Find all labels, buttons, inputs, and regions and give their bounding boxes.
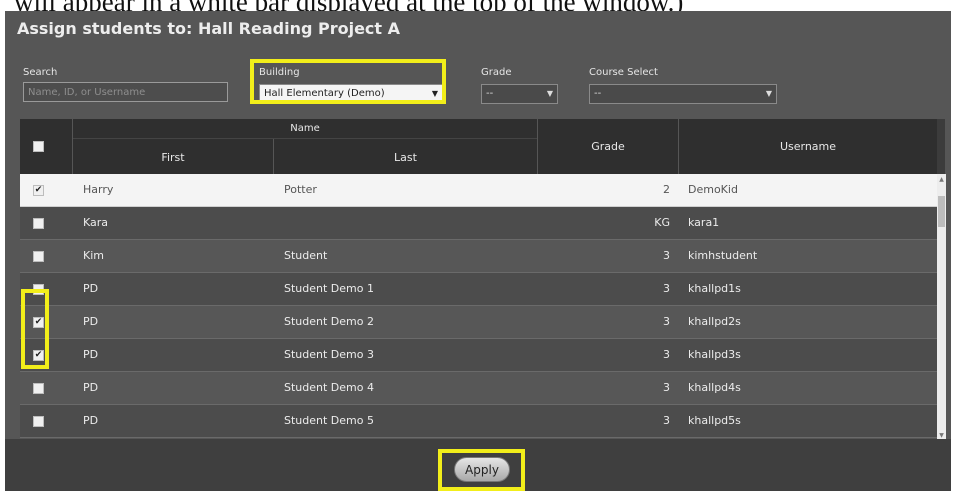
grade-cell: 3 (663, 282, 670, 295)
username-cell: khallpd3s (688, 348, 741, 361)
table-row[interactable]: Kim Student 3 kimhstudent (20, 240, 937, 273)
last-name-header[interactable]: Last (274, 151, 537, 164)
table-row[interactable]: ✔ PD Student Demo 2 3 khallpd2s (20, 306, 937, 339)
grade-cell: 3 (663, 381, 670, 394)
table-row[interactable]: ✔ PD Student Demo 3 3 khallpd3s (20, 339, 937, 372)
chevron-down-icon: ▼ (546, 89, 553, 98)
row-checkbox[interactable]: ✔ (33, 317, 44, 328)
username-cell: khallpd5s (688, 414, 741, 427)
student-table-body: ✔ Harry Potter 2 DemoKid Kara KG kara1 Kim Studen… (20, 174, 937, 438)
table-row[interactable]: PD Student Demo 5 3 khallpd5s (20, 405, 937, 438)
last-name-cell: Student Demo 2 (284, 315, 374, 328)
first-name-cell: PD (83, 381, 99, 394)
grade-cell: KG (654, 216, 670, 229)
name-column-group: Name (290, 123, 320, 134)
course-select-label: Course Select (589, 67, 658, 78)
dialog-title: Assign students to: Hall Reading Project… (17, 19, 401, 38)
search-label: Search (23, 67, 58, 78)
apply-button[interactable]: Apply (454, 457, 510, 482)
username-cell: DemoKid (688, 183, 738, 196)
row-checkbox[interactable] (33, 251, 44, 262)
scroll-up-icon[interactable]: ▲ (937, 176, 946, 183)
first-name-cell: Kim (83, 249, 104, 262)
row-checkbox[interactable]: ✔ (33, 350, 44, 361)
last-name-cell: Student Demo 3 (284, 348, 374, 361)
table-header: Name First Last Grade Username (20, 119, 937, 174)
first-name-cell: PD (83, 315, 99, 328)
table-row[interactable]: Kara KG kara1 (20, 207, 937, 240)
first-name-cell: Harry (83, 183, 114, 196)
username-cell: khallpd4s (688, 381, 741, 394)
select-all-checkbox[interactable] (33, 141, 44, 152)
grade-label: Grade (481, 67, 512, 78)
first-name-header[interactable]: First (73, 151, 273, 164)
chevron-down-icon: ▼ (431, 89, 438, 98)
table-scrollbar[interactable]: ▲ ▼ (937, 174, 946, 441)
building-select[interactable]: Hall Elementary (Demo) ▼ (259, 84, 443, 104)
table-row[interactable]: PD Student Demo 4 3 khallpd4s (20, 372, 937, 405)
grade-select-value: -- (486, 88, 494, 99)
grade-cell: 3 (663, 414, 670, 427)
search-input[interactable] (23, 82, 228, 102)
grade-select[interactable]: -- ▼ (481, 84, 558, 104)
scrollbar-thumb[interactable] (938, 196, 945, 227)
grade-cell: 3 (663, 249, 670, 262)
username-cell: khallpd2s (688, 315, 741, 328)
building-label: Building (259, 67, 300, 78)
assign-students-dialog: Assign students to: Hall Reading Project… (5, 11, 951, 491)
scroll-down-icon[interactable]: ▼ (937, 432, 946, 439)
table-row[interactable]: PD Student Demo 1 3 khallpd1s (20, 273, 937, 306)
username-cell: kara1 (688, 216, 720, 229)
last-name-cell: Student Demo 1 (284, 282, 374, 295)
username-cell: kimhstudent (688, 249, 758, 262)
last-name-cell: Student Demo 5 (284, 414, 374, 427)
first-name-cell: PD (83, 282, 99, 295)
last-name-cell: Student Demo 4 (284, 381, 374, 394)
grade-cell: 3 (663, 348, 670, 361)
row-checkbox[interactable] (33, 284, 44, 295)
course-select[interactable]: -- ▼ (589, 84, 777, 104)
username-cell: khallpd1s (688, 282, 741, 295)
grade-cell: 2 (663, 183, 670, 196)
table-row[interactable]: ✔ Harry Potter 2 DemoKid (20, 174, 937, 207)
first-name-cell: PD (83, 348, 99, 361)
username-header[interactable]: Username (679, 140, 937, 153)
row-checkbox[interactable] (33, 416, 44, 427)
header-scroll-gutter (937, 119, 945, 174)
first-name-cell: PD (83, 414, 99, 427)
last-name-cell: Student (284, 249, 328, 262)
row-checkbox[interactable] (33, 383, 44, 394)
course-select-value: -- (594, 88, 602, 99)
building-select-value: Hall Elementary (Demo) (264, 88, 385, 99)
last-name-cell: Potter (284, 183, 317, 196)
row-checkbox[interactable]: ✔ (33, 185, 44, 196)
first-name-cell: Kara (83, 216, 109, 229)
chevron-down-icon: ▼ (765, 89, 772, 98)
grade-cell: 3 (663, 315, 670, 328)
grade-header[interactable]: Grade (538, 140, 678, 153)
row-checkbox[interactable] (33, 218, 44, 229)
